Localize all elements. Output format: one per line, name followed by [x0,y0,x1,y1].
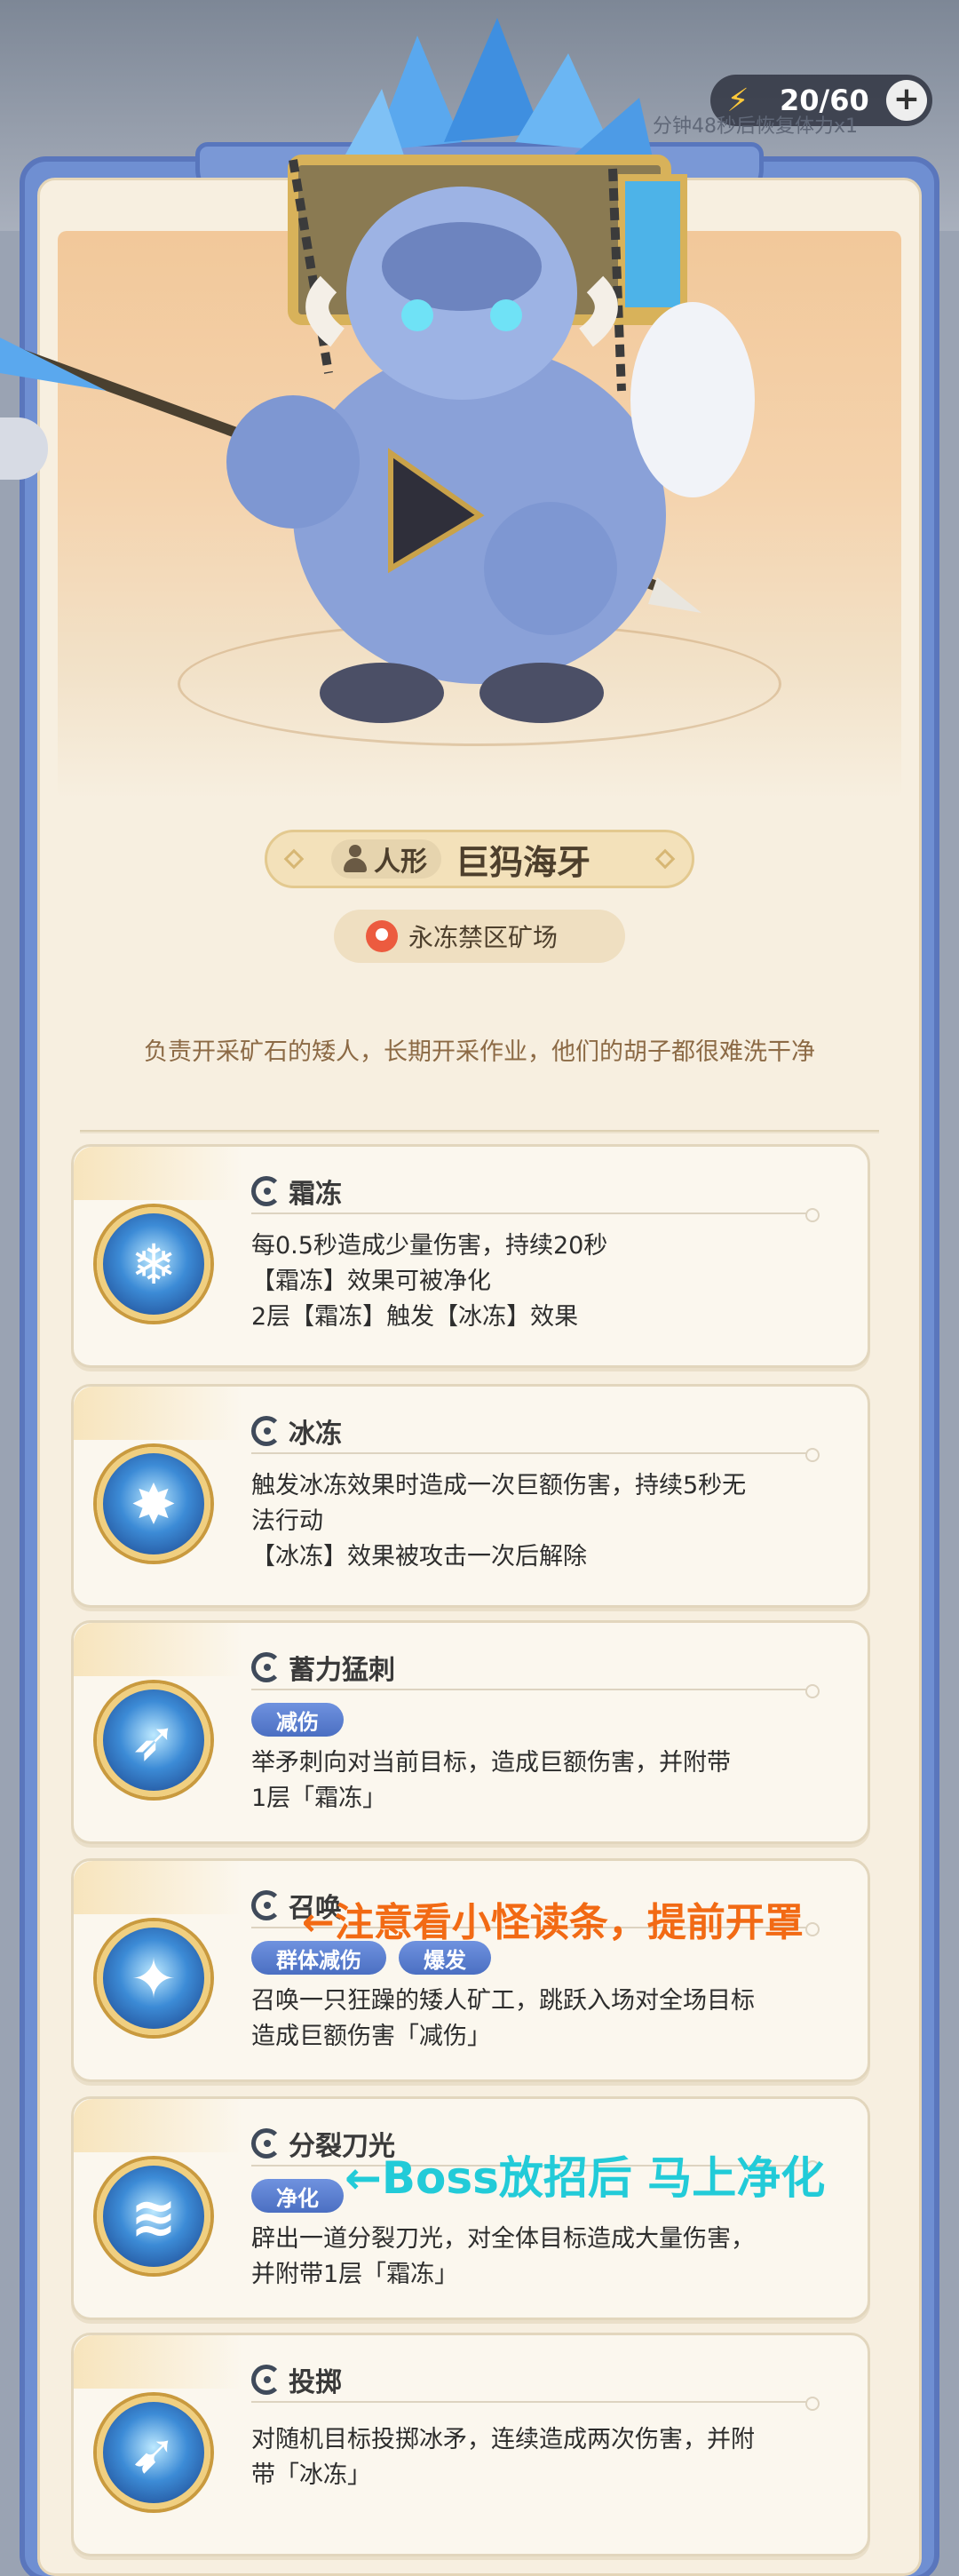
skill-card: ➹ 投掷 对随机目标投掷冰矛，连续造成两次伤害，并附 带「冰冻」 [71,2333,870,2556]
skill-type-icon [251,2128,281,2159]
skill-name: 霜冻 [289,1179,342,1210]
skill-type-icon [251,1890,281,1920]
summon-icon: ✦ [97,1921,210,2035]
boss-location-label: 永冻禁区矿场 [408,923,559,952]
skill-name: 投掷 [289,2367,342,2398]
throw-spear-icon: ➹ [97,2396,210,2509]
skill-desc-line: 法行动 [251,1507,323,1535]
skill-desc-line: 带「冰冻」 [251,2461,371,2489]
skill-desc-line: 并附带1层「霜冻」 [251,2261,459,2288]
skill-tag: 减伤 [251,1703,344,1737]
skill-card: ✸ 冰冻 触发冰冻效果时造成一次巨额伤害，持续5秒无 法行动 【冰冻】效果被攻击… [71,1384,870,1608]
skill-type-icon [251,2365,281,2395]
diamond-deco-left [283,848,305,870]
skill-card: ➶ 蓄力猛刺 减伤 举矛刺向对当前目标，造成巨额伤害，并附带 1层「霜冻」 [71,1620,870,1844]
skill-desc-line: 举矛刺向对当前目标，造成巨额伤害，并附带 [251,1749,731,1777]
skill-tag: 净化 [251,2179,344,2213]
stamina-recover-text: 分钟48秒后恢复体力x1 [653,115,859,138]
skill-desc-line: 造成巨额伤害「减伤」 [251,2023,491,2050]
skill-card: ❄ 霜冻 每0.5秒造成少量伤害，持续20秒 【霜冻】效果可被净化 2层【霜冻】… [71,1144,870,1368]
skill-desc-line: 对随机目标投掷冰矛，连续造成两次伤害，并附 [251,2426,755,2453]
skill-tags: 减伤 [251,1703,344,1737]
snowflake-icon: ❄ [97,1207,210,1321]
location-pin-icon [366,920,398,952]
skill-desc-line: 每0.5秒造成少量伤害，持续20秒 [251,1232,608,1260]
skill-desc-line: 召唤一只狂躁的矮人矿工，跳跃入场对全场目标 [251,1987,755,2015]
skill-tags: 净化 [251,2179,344,2213]
skill-desc-line: 【冰冻】效果被攻击一次后解除 [251,1543,587,1570]
summon-annotation: ←注意看小怪读条，提前开罩 [302,1900,804,1945]
boss-location: 永冻禁区矿场 [334,910,625,963]
ice-burst-icon: ✸ [97,1447,210,1561]
skill-type-icon [251,1652,281,1682]
skill-desc-line: 2层【霜冻】触发【冰冻】效果 [251,1303,579,1331]
boss-type-chip: 人形 [331,839,441,879]
split-blade-icon: ≋ [97,2159,210,2273]
spear-thrust-icon: ➶ [97,1683,210,1797]
skill-card: ≋ 分裂刀光 净化 辟出一道分裂刀光，对全体目标造成大量伤害， 并附带1层「霜冻… [71,2096,870,2320]
skill-name: 蓄力猛刺 [289,1655,395,1686]
boss-description: 负责开采矿石的矮人，长期开采作业，他们的胡子都很难洗干净 [144,1038,815,1066]
skill-type-icon [251,1176,281,1206]
person-icon [342,845,369,873]
skill-desc-line: 【霜冻】效果可被净化 [251,1268,491,1295]
diamond-deco-right [654,848,676,870]
boss-type-label: 人形 [374,847,427,878]
section-divider [80,1130,879,1133]
skill-name: 冰冻 [289,1419,342,1450]
skill-desc-line: 辟出一道分裂刀光，对全体目标造成大量伤害， [251,2225,755,2253]
boss-name: 巨犸海牙 [456,842,591,882]
skill-desc-line: 触发冰冻效果时造成一次巨额伤害，持续5秒无 [251,1472,747,1499]
skill-desc-line: 1层「霜冻」 [251,1785,387,1812]
skill-type-icon [251,1416,281,1446]
boss-nameplate: 人形 巨犸海牙 [265,830,694,888]
split-annotation: ←Boss放招后 马上净化 [345,2152,826,2204]
